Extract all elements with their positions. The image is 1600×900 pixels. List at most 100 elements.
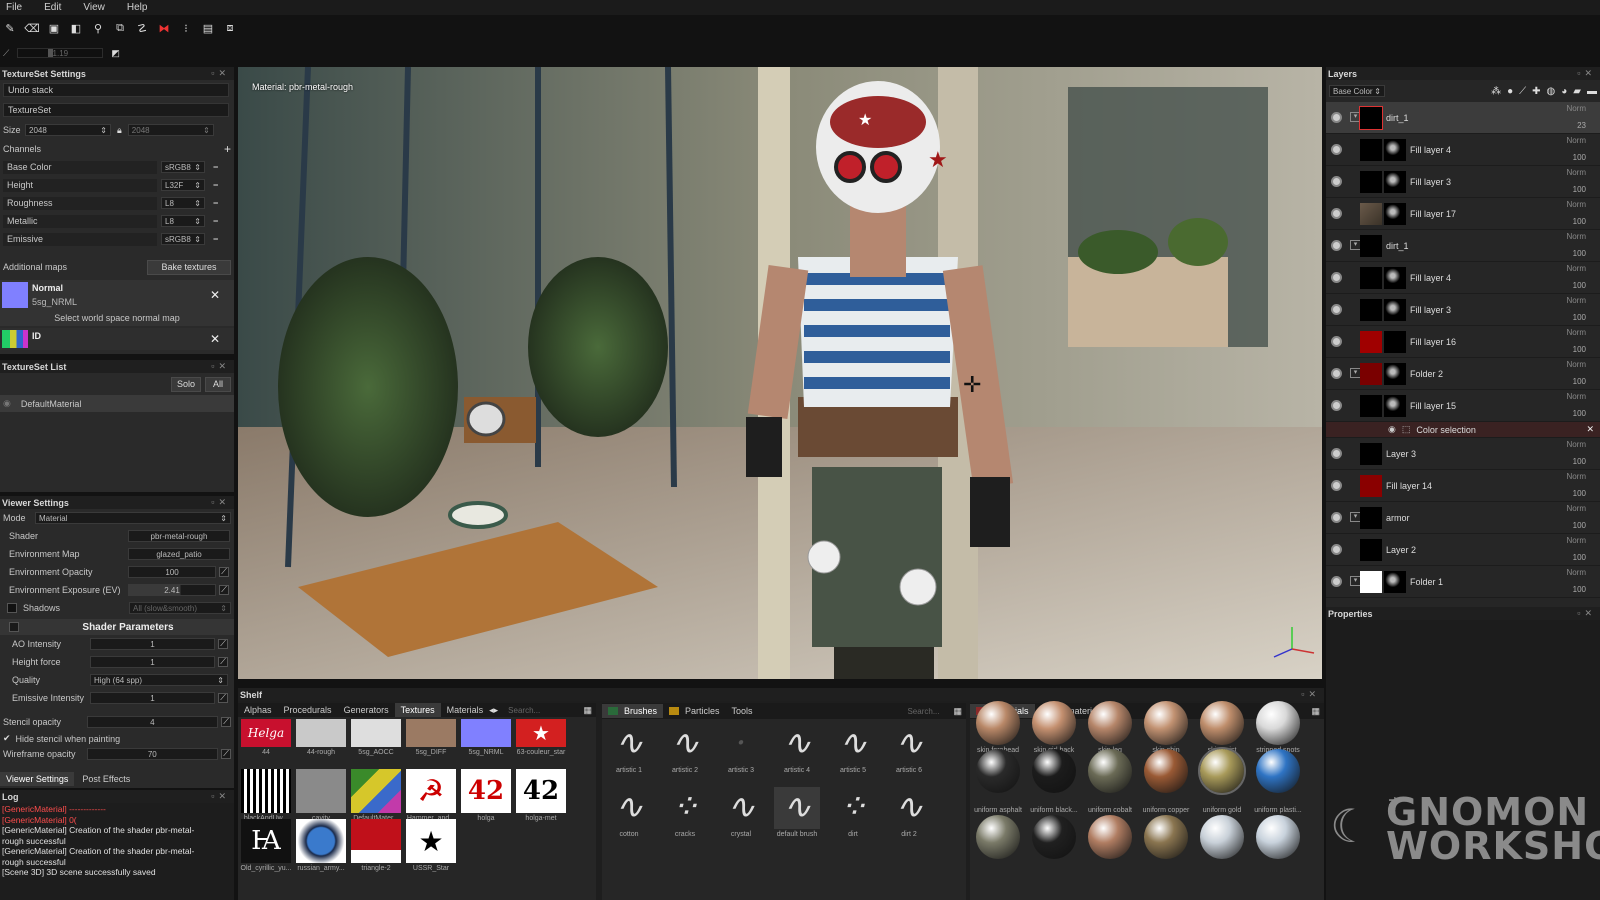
shelf-search-input[interactable]: Search... bbox=[508, 706, 540, 715]
menu-edit[interactable]: Edit bbox=[44, 2, 61, 13]
material-sphere[interactable] bbox=[976, 749, 1020, 793]
layer-item[interactable]: Fill layer 3 Norm 100 bbox=[1326, 166, 1600, 198]
brush-preview[interactable]: ∿ bbox=[718, 787, 764, 829]
edit-icon[interactable]: ⟋ bbox=[219, 585, 229, 595]
layer-blend-mode[interactable]: Norm bbox=[1566, 392, 1586, 401]
panel-controls-icon[interactable]: ▫✕ bbox=[211, 68, 230, 79]
hide-stencil-checkbox[interactable]: ✔ bbox=[3, 733, 11, 744]
remove-normal-icon[interactable]: ✕ bbox=[210, 288, 220, 302]
lock-icon[interactable]: 🔒︎ bbox=[117, 125, 122, 136]
visibility-eye-icon[interactable] bbox=[1331, 240, 1342, 251]
layer-item[interactable]: Layer 2 Norm 100 bbox=[1326, 534, 1600, 566]
brush-preview[interactable]: ∿ bbox=[774, 723, 820, 765]
panel-controls-icon[interactable]: ▫✕ bbox=[1577, 68, 1596, 79]
visibility-eye-icon[interactable] bbox=[1331, 576, 1342, 587]
grid-view-icon[interactable]: ▦ bbox=[1311, 706, 1320, 717]
material-sphere[interactable] bbox=[1088, 701, 1132, 745]
panel-controls-icon[interactable]: ▫✕ bbox=[1301, 689, 1320, 700]
brush-preview[interactable]: ∿ bbox=[606, 787, 652, 829]
layer-blend-mode[interactable]: Norm bbox=[1566, 504, 1586, 513]
material-sphere[interactable] bbox=[976, 815, 1020, 859]
menu-view[interactable]: View bbox=[83, 2, 105, 13]
tab-generators[interactable]: Generators bbox=[338, 703, 395, 717]
remove-channel-icon[interactable]: − bbox=[213, 198, 218, 208]
fill-layer-icon[interactable]: ◍ bbox=[1547, 86, 1556, 97]
brush-preview[interactable]: ∿ bbox=[886, 723, 932, 765]
channel-name[interactable]: Base Color bbox=[3, 160, 157, 174]
eraser-icon[interactable]: ⌫ bbox=[24, 22, 40, 35]
layer-item[interactable]: Fill layer 15 Norm 100 bbox=[1326, 390, 1600, 422]
mask-icon[interactable]: ● bbox=[1507, 86, 1513, 97]
layer-opacity[interactable]: 100 bbox=[1573, 313, 1586, 322]
layer-item[interactable]: Fill layer 4 Norm 100 bbox=[1326, 134, 1600, 166]
tab-brushes[interactable]: Brushes bbox=[602, 704, 664, 718]
texture-thumbnail[interactable] bbox=[351, 819, 401, 863]
size-select-2[interactable]: 2048 ⇕ bbox=[127, 124, 214, 136]
quality-select[interactable]: High (64 spp) ⇕ bbox=[90, 674, 228, 686]
layer-item[interactable]: ▾ armor Norm 100 bbox=[1326, 502, 1600, 534]
material-sphere[interactable] bbox=[1032, 815, 1076, 859]
visibility-eye-icon[interactable] bbox=[1331, 480, 1342, 491]
layer-blend-mode[interactable]: Norm bbox=[1566, 168, 1586, 177]
shader-select[interactable]: pbr-metal-rough bbox=[128, 530, 230, 542]
remove-effect-icon[interactable]: ✕ bbox=[1586, 424, 1594, 435]
layer-opacity[interactable]: 100 bbox=[1573, 521, 1586, 530]
brush-preview[interactable]: ⁘ bbox=[662, 787, 708, 829]
panel-controls-icon[interactable]: ▫✕ bbox=[211, 361, 230, 372]
texture-thumbnail[interactable]: 42 bbox=[516, 769, 566, 813]
solo-button[interactable]: Solo bbox=[171, 376, 201, 392]
brush-preview[interactable]: ∿ bbox=[662, 723, 708, 765]
delete-layer-icon[interactable]: ▬ bbox=[1587, 86, 1597, 97]
layer-opacity[interactable]: 100 bbox=[1573, 249, 1586, 258]
material-sphere[interactable] bbox=[1256, 815, 1300, 859]
texture-thumbnail[interactable] bbox=[296, 719, 346, 747]
smudge-icon[interactable]: ☡ bbox=[134, 22, 150, 35]
texture-thumbnail[interactable] bbox=[351, 719, 401, 747]
visibility-eye-icon[interactable] bbox=[1331, 512, 1342, 523]
remove-id-icon[interactable]: ✕ bbox=[210, 332, 220, 346]
layer-opacity[interactable]: 100 bbox=[1573, 153, 1586, 162]
id-map-slot[interactable]: ID ✕ bbox=[0, 328, 234, 350]
layer-item[interactable]: ▾ dirt_1 Norm 100 bbox=[1326, 230, 1600, 262]
layer-opacity[interactable]: 100 bbox=[1573, 409, 1586, 418]
visibility-eye-icon[interactable] bbox=[1331, 544, 1342, 555]
channel-format-select[interactable]: sRGB8 ⇕ bbox=[161, 233, 205, 245]
material-sphere[interactable] bbox=[1032, 701, 1076, 745]
tab-viewer-settings[interactable]: Viewer Settings bbox=[0, 772, 75, 786]
texture-thumbnail[interactable]: 42 bbox=[461, 769, 511, 813]
edit-icon[interactable]: ⟋ bbox=[221, 749, 231, 759]
tab-alphas[interactable]: Alphas bbox=[238, 703, 278, 717]
clone-icon[interactable]: ⧉ bbox=[112, 22, 128, 35]
channel-name[interactable]: Emissive bbox=[3, 232, 157, 246]
layer-item[interactable]: Fill layer 4 Norm 100 bbox=[1326, 262, 1600, 294]
layer-item[interactable]: Fill layer 14 Norm 100 bbox=[1326, 470, 1600, 502]
layer-item[interactable]: ▾ dirt_1 Norm 23 bbox=[1326, 102, 1600, 134]
brush-search-input[interactable]: Search... bbox=[907, 707, 939, 716]
material-sphere[interactable] bbox=[1256, 749, 1300, 793]
visibility-eye-icon[interactable] bbox=[1331, 400, 1342, 411]
texture-thumbnail[interactable]: ★ bbox=[516, 719, 566, 747]
layer-blend-mode[interactable]: Norm bbox=[1566, 360, 1586, 369]
tab-materials[interactable]: Materials bbox=[441, 703, 490, 717]
material-sphere[interactable] bbox=[1200, 701, 1244, 745]
visibility-eye-icon[interactable] bbox=[1331, 304, 1342, 315]
layer-item[interactable]: Fill layer 16 Norm 100 bbox=[1326, 326, 1600, 358]
layer-opacity[interactable]: 100 bbox=[1573, 489, 1586, 498]
size-slider[interactable]: 1.19 bbox=[17, 48, 104, 58]
remove-channel-icon[interactable]: − bbox=[213, 234, 218, 244]
polygon-fill-icon[interactable]: ◧ bbox=[68, 22, 84, 35]
material-sphere[interactable] bbox=[1088, 749, 1132, 793]
layer-opacity[interactable]: 23 bbox=[1577, 121, 1586, 130]
texture-thumbnail[interactable] bbox=[351, 769, 401, 813]
layer-blend-mode[interactable]: Norm bbox=[1566, 200, 1586, 209]
layer-opacity[interactable]: 100 bbox=[1573, 457, 1586, 466]
brush-preview[interactable]: ⁘ bbox=[830, 787, 876, 829]
tab-particles[interactable]: Particles bbox=[663, 704, 726, 718]
color-selection-effect[interactable]: ◉ ⬚ Color selection ✕ bbox=[1326, 422, 1600, 438]
texture-thumbnail[interactable]: ☭ bbox=[406, 769, 456, 813]
visibility-eye-icon[interactable] bbox=[1331, 336, 1342, 347]
layer-blend-mode[interactable]: Norm bbox=[1566, 264, 1586, 273]
shadows-select[interactable]: All (slow&smooth) ⇕ bbox=[129, 602, 231, 614]
material-sphere[interactable] bbox=[1088, 815, 1132, 859]
layer-item[interactable]: Layer 3 Norm 100 bbox=[1326, 438, 1600, 470]
